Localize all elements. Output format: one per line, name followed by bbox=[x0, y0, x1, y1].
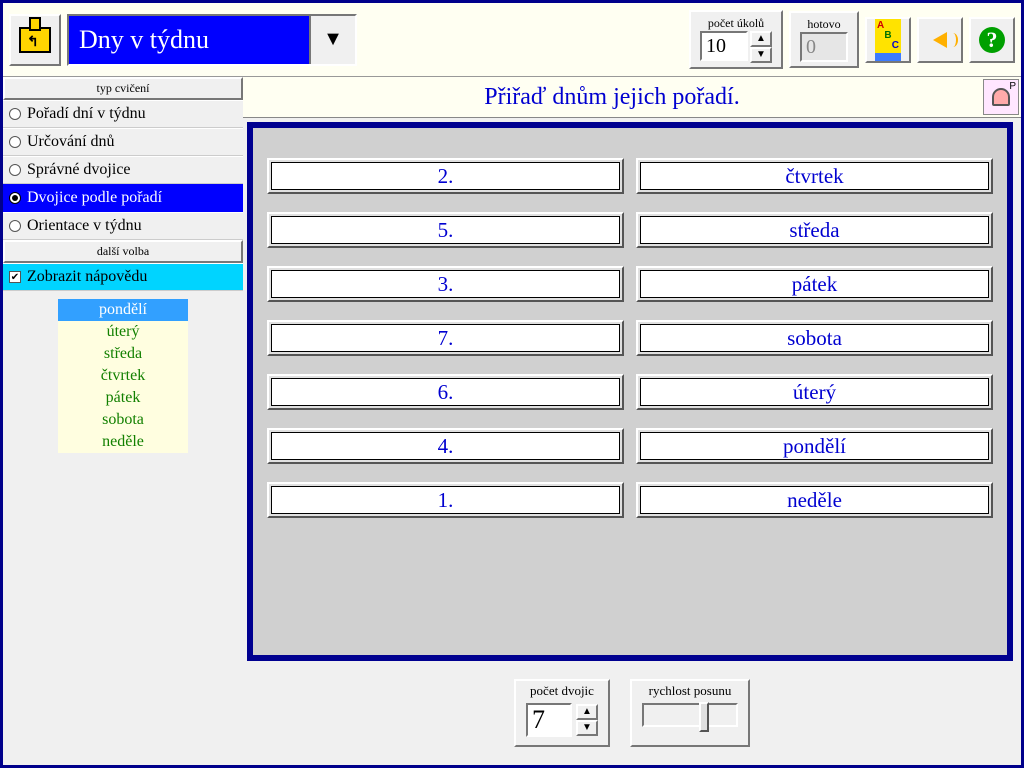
tasks-input[interactable] bbox=[700, 31, 748, 61]
top-bar: ↰ Dny v týdnu ▼ počet úkolů ▲ ▼ hotovo bbox=[3, 3, 1021, 77]
exercise-type-header: typ cvičení bbox=[3, 77, 243, 100]
help-icon: ? bbox=[979, 27, 1005, 53]
pairs-count-input[interactable] bbox=[526, 703, 572, 737]
pairs-count-panel: počet dvojic ▲ ▼ bbox=[514, 679, 610, 747]
right-card[interactable]: pondělí bbox=[636, 428, 993, 464]
right-card[interactable]: úterý bbox=[636, 374, 993, 410]
title-text: Dny v týdnu bbox=[69, 16, 309, 64]
left-card[interactable]: 3. bbox=[267, 266, 624, 302]
exercise-option-2[interactable]: Správné dvojice bbox=[3, 156, 243, 184]
pairs-up-button[interactable]: ▲ bbox=[576, 704, 598, 720]
done-label: hotovo bbox=[807, 17, 840, 32]
exercise-option-4[interactable]: Orientace v týdnu bbox=[3, 212, 243, 240]
hint-row: čtvrtek bbox=[58, 365, 188, 387]
speed-slider[interactable] bbox=[642, 703, 738, 727]
left-card[interactable]: 4. bbox=[267, 428, 624, 464]
right-card[interactable]: sobota bbox=[636, 320, 993, 356]
help-button[interactable]: ? bbox=[969, 17, 1015, 63]
exercise-option-1[interactable]: Určování dnů bbox=[3, 128, 243, 156]
hint-row: středa bbox=[58, 343, 188, 365]
home-button[interactable]: ↰ bbox=[9, 14, 61, 66]
tasks-counter-box: počet úkolů ▲ ▼ bbox=[689, 10, 783, 69]
left-card[interactable]: 7. bbox=[267, 320, 624, 356]
mouse-icon bbox=[992, 88, 1010, 106]
content: Přiřaď dnům jejich pořadí. P 2. čtvrtek … bbox=[243, 77, 1021, 765]
hint-header: pondělí bbox=[58, 299, 188, 321]
right-card[interactable]: čtvrtek bbox=[636, 158, 993, 194]
left-card[interactable]: 1. bbox=[267, 482, 624, 518]
speed-label: rychlost posunu bbox=[649, 681, 732, 703]
exercise-option-3[interactable]: Dvojice podle pořadí bbox=[3, 184, 243, 212]
other-options-header: další volba bbox=[3, 240, 243, 263]
chevron-down-icon[interactable]: ▼ bbox=[309, 16, 355, 64]
instr-badge: P bbox=[1009, 81, 1016, 92]
bottom-controls: počet dvojic ▲ ▼ rychlost posunu bbox=[243, 669, 1021, 765]
show-hint-checkbox[interactable]: ✔Zobrazit nápovědu bbox=[3, 263, 243, 291]
right-card[interactable]: středa bbox=[636, 212, 993, 248]
pairs-count-label: počet dvojic bbox=[530, 681, 594, 703]
sidebar: typ cvičení Pořadí dní v týdnu Určování … bbox=[3, 77, 243, 765]
hint-row: úterý bbox=[58, 321, 188, 343]
exercise-option-0[interactable]: Pořadí dní v týdnu bbox=[3, 100, 243, 128]
slider-thumb[interactable] bbox=[699, 702, 709, 732]
done-counter-box: hotovo bbox=[789, 11, 859, 68]
left-card[interactable]: 2. bbox=[267, 158, 624, 194]
tasks-down-button[interactable]: ▼ bbox=[750, 47, 772, 63]
hint-row: neděle bbox=[58, 431, 188, 453]
tasks-up-button[interactable]: ▲ bbox=[750, 31, 772, 47]
right-card[interactable]: pátek bbox=[636, 266, 993, 302]
left-card[interactable]: 6. bbox=[267, 374, 624, 410]
hint-row: pátek bbox=[58, 387, 188, 409]
hint-row: sobota bbox=[58, 409, 188, 431]
mouse-hint-button[interactable]: P bbox=[983, 79, 1019, 115]
color-scheme-button[interactable]: ABC bbox=[865, 17, 911, 63]
left-card[interactable]: 5. bbox=[267, 212, 624, 248]
sound-button[interactable] bbox=[917, 17, 963, 63]
hint-table: pondělí úterý středa čtvrtek pátek sobot… bbox=[58, 299, 188, 453]
instruction-text: Přiřaď dnům jejich pořadí. bbox=[243, 78, 981, 117]
title-dropdown[interactable]: Dny v týdnu ▼ bbox=[67, 14, 357, 66]
tasks-label: počet úkolů bbox=[708, 16, 764, 31]
speaker-icon bbox=[933, 32, 947, 48]
folder-up-icon: ↰ bbox=[19, 27, 51, 53]
pairs-down-button[interactable]: ▼ bbox=[576, 720, 598, 736]
speed-panel: rychlost posunu bbox=[630, 679, 750, 747]
right-card[interactable]: neděle bbox=[636, 482, 993, 518]
game-board: 2. čtvrtek 5. středa 3. pátek 7. sobota … bbox=[247, 122, 1013, 661]
abc-icon: ABC bbox=[875, 19, 901, 61]
done-input bbox=[800, 32, 848, 62]
